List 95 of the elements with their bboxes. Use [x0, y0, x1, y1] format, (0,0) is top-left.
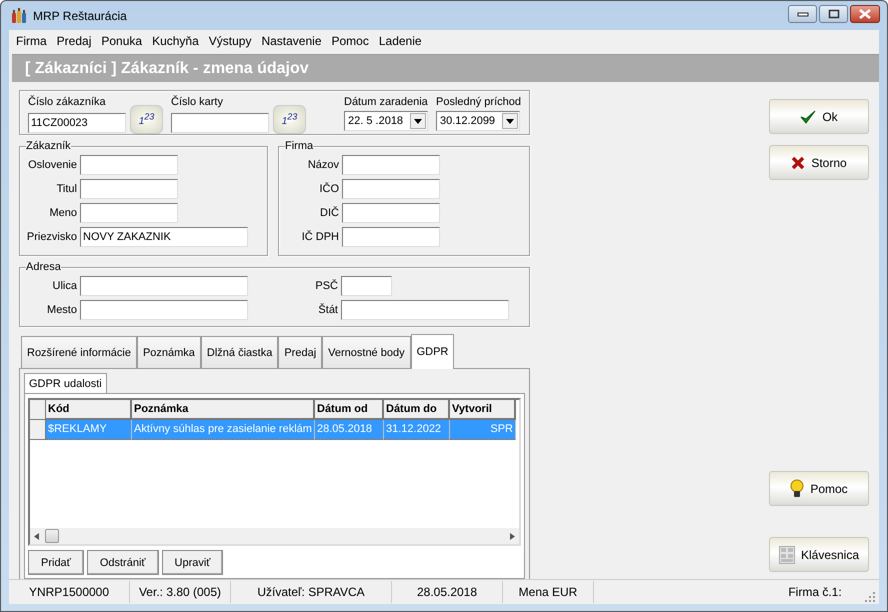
date-picker[interactable]: 30.12.2099 [436, 111, 520, 131]
menu-item[interactable]: Nastavenie [258, 34, 328, 48]
table-cell: Aktívny súhlas pre zasielanie reklám [132, 420, 315, 440]
window-title: MRP Reštaurácia [33, 8, 127, 22]
column-header[interactable]: Dátum od [315, 400, 384, 420]
group-title: Adresa [26, 262, 61, 272]
menu-item[interactable]: Ponuka [98, 34, 150, 48]
input-field[interactable]: NOVY ZAKAZNIK [80, 227, 248, 247]
field-label: Meno [48, 207, 77, 219]
checkmark-icon [800, 110, 816, 124]
status-text: Mena EUR [503, 581, 594, 603]
field-label: DIČ [319, 207, 339, 219]
generate-number-button[interactable]: 1$^{23}$ [130, 105, 163, 134]
table-cell: $REKLAMY [46, 420, 132, 440]
column-header[interactable]: Kód [46, 400, 132, 420]
field-label: Posledný príchod [436, 96, 521, 108]
generate-number-button[interactable]: 1$^{23}$ [273, 105, 306, 134]
field-label: IČ DPH [300, 231, 339, 243]
menu-item[interactable]: Pomoc [328, 34, 376, 48]
field-label: Dátum zaradenia [344, 96, 428, 108]
tab[interactable]: Predaj [278, 336, 322, 368]
dialog-button[interactable]: Pomoc [769, 471, 869, 506]
action-button[interactable]: Upraviť [162, 550, 224, 575]
table-cell: 28.05.2018 [315, 420, 384, 440]
input-field[interactable]: 11CZ00023 [28, 112, 126, 132]
field-label: IČO [318, 183, 339, 195]
menu-item[interactable]: Kuchyňa [149, 34, 206, 48]
status-text: Firma č.1: [787, 584, 843, 601]
horizontal-scrollbar[interactable] [30, 528, 519, 544]
dropdown-arrow-icon [506, 118, 514, 124]
close-button[interactable] [850, 5, 880, 23]
table-cell: SPR [450, 420, 516, 440]
dialog-button[interactable]: Klávesnica [769, 537, 869, 572]
column-header[interactable]: Poznámka [132, 400, 315, 420]
status-text: 28.05.2018 [392, 581, 503, 603]
field-label: Štát [317, 304, 338, 316]
group-title: Zákazník [26, 141, 71, 151]
status-text: YNRP1500000 [9, 581, 130, 603]
field-label: Názov [306, 159, 339, 171]
tab[interactable]: Vernostné body [322, 336, 411, 368]
menu-item[interactable]: Výstupy [206, 34, 258, 48]
status-text: Ver.: 3.80 (005) [130, 581, 231, 603]
cross-icon [791, 156, 806, 170]
menu-item[interactable]: Ladenie [376, 34, 429, 48]
field-label: Číslo zákazníka [28, 96, 107, 108]
field-label: Oslovenie [27, 159, 77, 171]
scroll-right-icon [510, 532, 515, 540]
field-label: Priezvisko [26, 231, 77, 243]
close-icon [858, 9, 872, 19]
tab[interactable]: Rozšírené informácie [21, 336, 137, 368]
field-label: Titul [56, 183, 77, 195]
tab[interactable]: GDPR [410, 334, 454, 369]
input-field[interactable] [341, 276, 392, 296]
page-header: [ Zákazníci ] Zákazník - zmena údajov [12, 54, 879, 82]
input-field[interactable] [342, 179, 440, 199]
dialog-button[interactable]: Storno [769, 145, 869, 180]
tab[interactable]: Poznámka [136, 336, 201, 368]
field-label: PSČ [314, 280, 338, 292]
input-field[interactable] [80, 300, 248, 320]
field-label: Číslo karty [171, 96, 224, 108]
bottles-icon [11, 8, 27, 24]
action-button[interactable]: Odstrániť [86, 550, 159, 575]
input-field[interactable] [80, 155, 178, 175]
input-field[interactable] [171, 112, 269, 132]
field-label: Ulica [52, 280, 77, 292]
dialog-button[interactable]: Ok [769, 99, 869, 134]
scroll-left-icon [34, 532, 39, 540]
maximize-icon [828, 9, 840, 19]
maximize-button[interactable] [819, 5, 848, 23]
dropdown-arrow-icon [414, 118, 422, 124]
resize-grip-icon [865, 592, 875, 602]
status-text: Užívateľ: SPRAVCA [231, 581, 392, 603]
minimize-button[interactable] [788, 5, 817, 23]
field-label: Mesto [46, 304, 77, 316]
column-header[interactable]: Dátum do [384, 400, 450, 420]
scroll-thumb[interactable] [45, 529, 59, 543]
column-header[interactable]: Vytvoril [450, 400, 516, 420]
input-field[interactable] [342, 155, 440, 175]
tab[interactable]: GDPR udalosti [24, 373, 107, 393]
group-title: Firma [285, 141, 314, 151]
menu-item[interactable]: Predaj [54, 34, 98, 48]
minimize-icon [796, 11, 808, 17]
input-field[interactable] [342, 227, 440, 247]
input-field[interactable] [80, 179, 178, 199]
input-field[interactable] [80, 276, 248, 296]
table-cell: 31.12.2022 [384, 420, 450, 440]
input-field[interactable] [80, 203, 178, 223]
action-button[interactable]: Pridať [28, 550, 84, 575]
light-bulb-icon [790, 478, 804, 498]
menu-item[interactable]: Firma [13, 34, 54, 48]
keyboard-icon [778, 546, 795, 564]
tab[interactable]: Dlžná čiastka [200, 336, 278, 368]
date-picker[interactable]: 22. 5 .2018 [344, 111, 428, 131]
input-field[interactable] [341, 300, 509, 320]
input-field[interactable] [342, 203, 440, 223]
